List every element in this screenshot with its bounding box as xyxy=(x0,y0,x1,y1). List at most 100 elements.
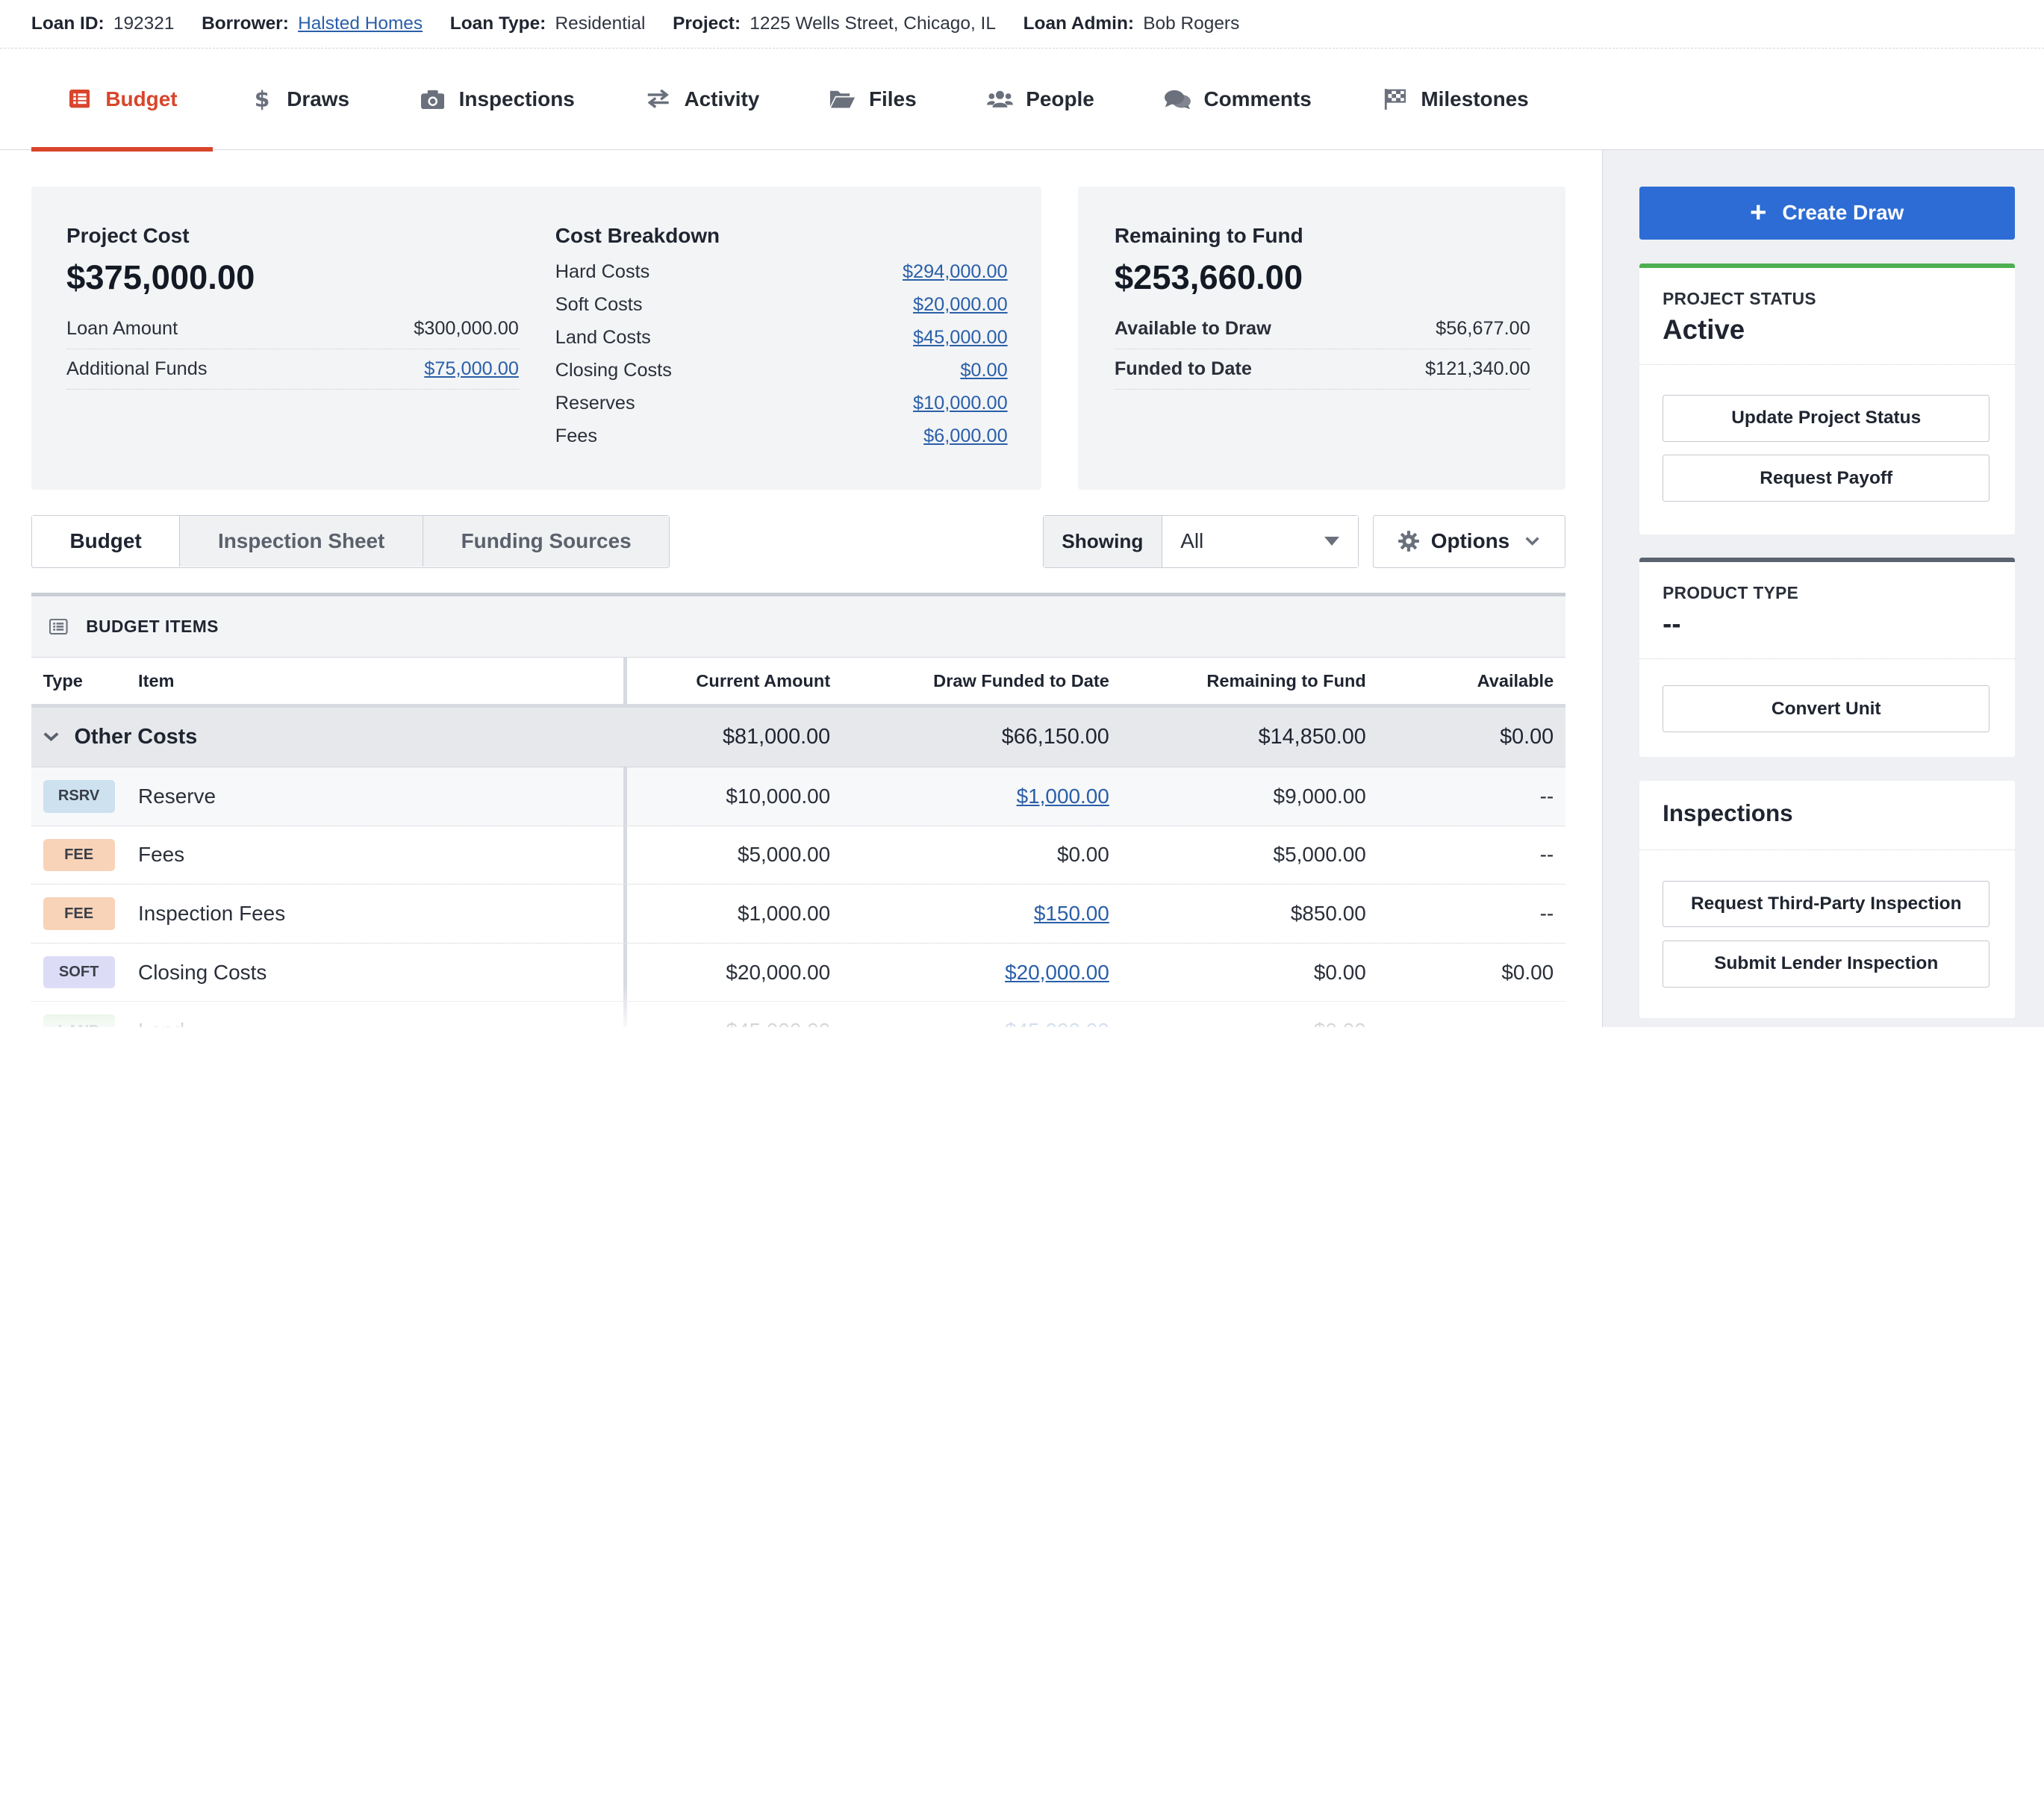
users-icon xyxy=(986,86,1013,112)
main-tabs: Budget $ Draws Inspections Activity File… xyxy=(0,49,2044,152)
loan-type: Loan Type: Residential xyxy=(450,13,646,34)
item-name: Land xyxy=(126,1002,627,1027)
group-name-cell: Other Costs xyxy=(31,708,627,767)
cost-breakdown-item: Reserves $10,000.00 xyxy=(555,387,1008,420)
current-amount: $45,000.00 xyxy=(627,1019,842,1027)
tab-activity[interactable]: Activity xyxy=(610,49,795,150)
project-cost-panel: Project Cost $375,000.00 Loan Amount $30… xyxy=(31,186,1042,490)
col-current-amount[interactable]: Current Amount xyxy=(627,671,842,691)
svg-text:$: $ xyxy=(255,87,269,110)
drawn-link[interactable]: $20,000.00 xyxy=(1005,961,1109,984)
list-alt-icon xyxy=(66,86,93,112)
table-row[interactable]: LAND Land $45,000.00 $45,000.00 $0.00 xyxy=(31,1002,1565,1027)
col-type[interactable]: Type xyxy=(31,671,126,691)
cost-label: Hard Costs xyxy=(555,261,650,283)
camera-icon xyxy=(420,86,446,112)
additional-funds-link[interactable]: $75,000.00 xyxy=(424,358,519,380)
project-value: 1225 Wells Street, Chicago, IL xyxy=(750,13,996,34)
project-cost-title: Project Cost xyxy=(66,224,190,248)
type-badge: LAND xyxy=(43,1014,115,1027)
cost-value-link[interactable]: $10,000.00 xyxy=(913,393,1008,414)
cost-breakdown-item: Soft Costs $20,000.00 xyxy=(555,289,1008,322)
cost-value-link[interactable]: $20,000.00 xyxy=(913,294,1008,316)
request-third-party-inspection-button[interactable]: Request Third-Party Inspection xyxy=(1663,880,1990,928)
funded-to-date-value: $121,340.00 xyxy=(1425,358,1530,380)
project-cost-section: Project Cost $375,000.00 Loan Amount $30… xyxy=(66,224,519,390)
cost-label: Soft Costs xyxy=(555,294,643,316)
main-content: Project Cost $375,000.00 Loan Amount $30… xyxy=(0,150,1602,1027)
divider xyxy=(1639,849,2015,850)
dollar-icon: $ xyxy=(248,86,274,112)
cost-breakdown-item: Land Costs $45,000.00 xyxy=(555,322,1008,355)
table-header-row: Type Item Current Amount Draw Funded to … xyxy=(31,658,1565,708)
budget-items-title: BUDGET ITEMS xyxy=(86,617,219,637)
type-cell: FEE xyxy=(31,826,126,885)
funded-to-date-row: Funded to Date $121,340.00 xyxy=(1114,349,1530,390)
cost-value-link[interactable]: $45,000.00 xyxy=(913,327,1008,349)
tab-comments-label: Comments xyxy=(1203,87,1312,110)
project-label: Project: xyxy=(673,13,741,34)
group-remaining: $14,850.00 xyxy=(1258,724,1366,749)
tab-milestones[interactable]: Milestones xyxy=(1347,49,1564,150)
tab-files[interactable]: Files xyxy=(794,49,951,150)
divider xyxy=(1639,658,2015,660)
cost-breakdown-item: Closing Costs $0.00 xyxy=(555,355,1008,387)
cost-breakdown-section: Cost Breakdown Hard Costs $294,000.00 Sof… xyxy=(555,224,1008,452)
item-name: Fees xyxy=(126,826,627,885)
update-project-status-button[interactable]: Update Project Status xyxy=(1663,395,1990,442)
options-button[interactable]: Options xyxy=(1372,514,1565,569)
showing-label: Showing xyxy=(1043,515,1162,568)
subtab-budget[interactable]: Budget xyxy=(31,515,180,567)
type-cell: SOFT xyxy=(31,944,126,1002)
list-alt-icon xyxy=(49,619,68,635)
table-row[interactable]: SOFT Closing Costs $20,000.00 $20,000.00… xyxy=(31,943,1565,1002)
cost-label: Fees xyxy=(555,425,598,447)
convert-unit-button[interactable]: Convert Unit xyxy=(1663,685,1990,733)
table-row[interactable]: FEE Inspection Fees $1,000.00 $150.00 $8… xyxy=(31,885,1565,944)
chevron-down-icon[interactable] xyxy=(43,732,59,742)
drawn-link[interactable]: $45,000.00 xyxy=(1005,1019,1109,1027)
tab-draws[interactable]: $ Draws xyxy=(213,49,384,150)
cost-value-link[interactable]: $0.00 xyxy=(960,360,1007,381)
col-draw-funded[interactable]: Draw Funded to Date xyxy=(842,671,1121,691)
drawn-link[interactable]: $150.00 xyxy=(1034,902,1109,925)
showing-select[interactable]: All xyxy=(1162,515,1358,568)
request-payoff-button[interactable]: Request Payoff xyxy=(1663,455,1990,502)
available-to-draw-value: $56,677.00 xyxy=(1436,318,1530,339)
loan-id: Loan ID: 192321 xyxy=(31,13,175,34)
cost-value-link[interactable]: $6,000.00 xyxy=(923,425,1008,447)
product-type-label: PRODUCT TYPE xyxy=(1663,583,1799,603)
tab-people[interactable]: People xyxy=(952,49,1130,150)
drawn-cell: $45,000.00 xyxy=(842,1019,1121,1027)
tab-budget[interactable]: Budget xyxy=(31,49,213,152)
create-draw-button[interactable]: + Create Draw xyxy=(1639,186,2015,240)
gear-icon xyxy=(1398,531,1420,552)
drawn-link[interactable]: $1,000.00 xyxy=(1017,785,1109,808)
options-label: Options xyxy=(1430,529,1510,553)
table-row[interactable]: RSRV Reserve $10,000.00 $1,000.00 $9,000… xyxy=(31,767,1565,826)
folder-open-icon xyxy=(830,86,856,112)
cost-breakdown-item: Hard Costs $294,000.00 xyxy=(555,256,1008,289)
budget-items-table: BUDGET ITEMS Type Item Current Amount Dr… xyxy=(31,593,1565,1027)
inspections-card: Inspections Request Third-Party Inspecti… xyxy=(1639,780,2015,1018)
tab-comments[interactable]: Comments xyxy=(1130,49,1347,150)
cost-value-link[interactable]: $294,000.00 xyxy=(903,261,1008,283)
drawn-cell: $1,000.00 xyxy=(842,785,1121,808)
col-remaining[interactable]: Remaining to Fund xyxy=(1121,671,1378,691)
group-row-other-costs[interactable]: Other Costs $81,000.00 $66,150.00 $14,85… xyxy=(31,707,1565,768)
borrower-link[interactable]: Halsted Homes xyxy=(298,13,423,34)
subtab-funding-sources[interactable]: Funding Sources xyxy=(422,515,670,567)
sidebar: + Create Draw PROJECT STATUS Active Upda… xyxy=(1601,149,2044,1027)
loan-id-label: Loan ID: xyxy=(31,13,105,34)
tab-inspections[interactable]: Inspections xyxy=(384,49,610,150)
cost-breakdown-item: Fees $6,000.00 xyxy=(555,420,1008,453)
divider xyxy=(1639,364,2015,365)
subtab-inspection-sheet[interactable]: Inspection Sheet xyxy=(179,515,423,567)
submit-lender-inspection-button[interactable]: Submit Lender Inspection xyxy=(1663,940,1990,988)
available-amount: $0.00 xyxy=(1501,960,1554,984)
project-status-value: Active xyxy=(1663,314,1745,345)
item-name: Inspection Fees xyxy=(126,885,627,943)
col-available[interactable]: Available xyxy=(1377,671,1565,691)
col-item[interactable]: Item xyxy=(126,658,627,704)
table-row[interactable]: FEE Fees $5,000.00 $0.00 $5,000.00 -- xyxy=(31,826,1565,885)
